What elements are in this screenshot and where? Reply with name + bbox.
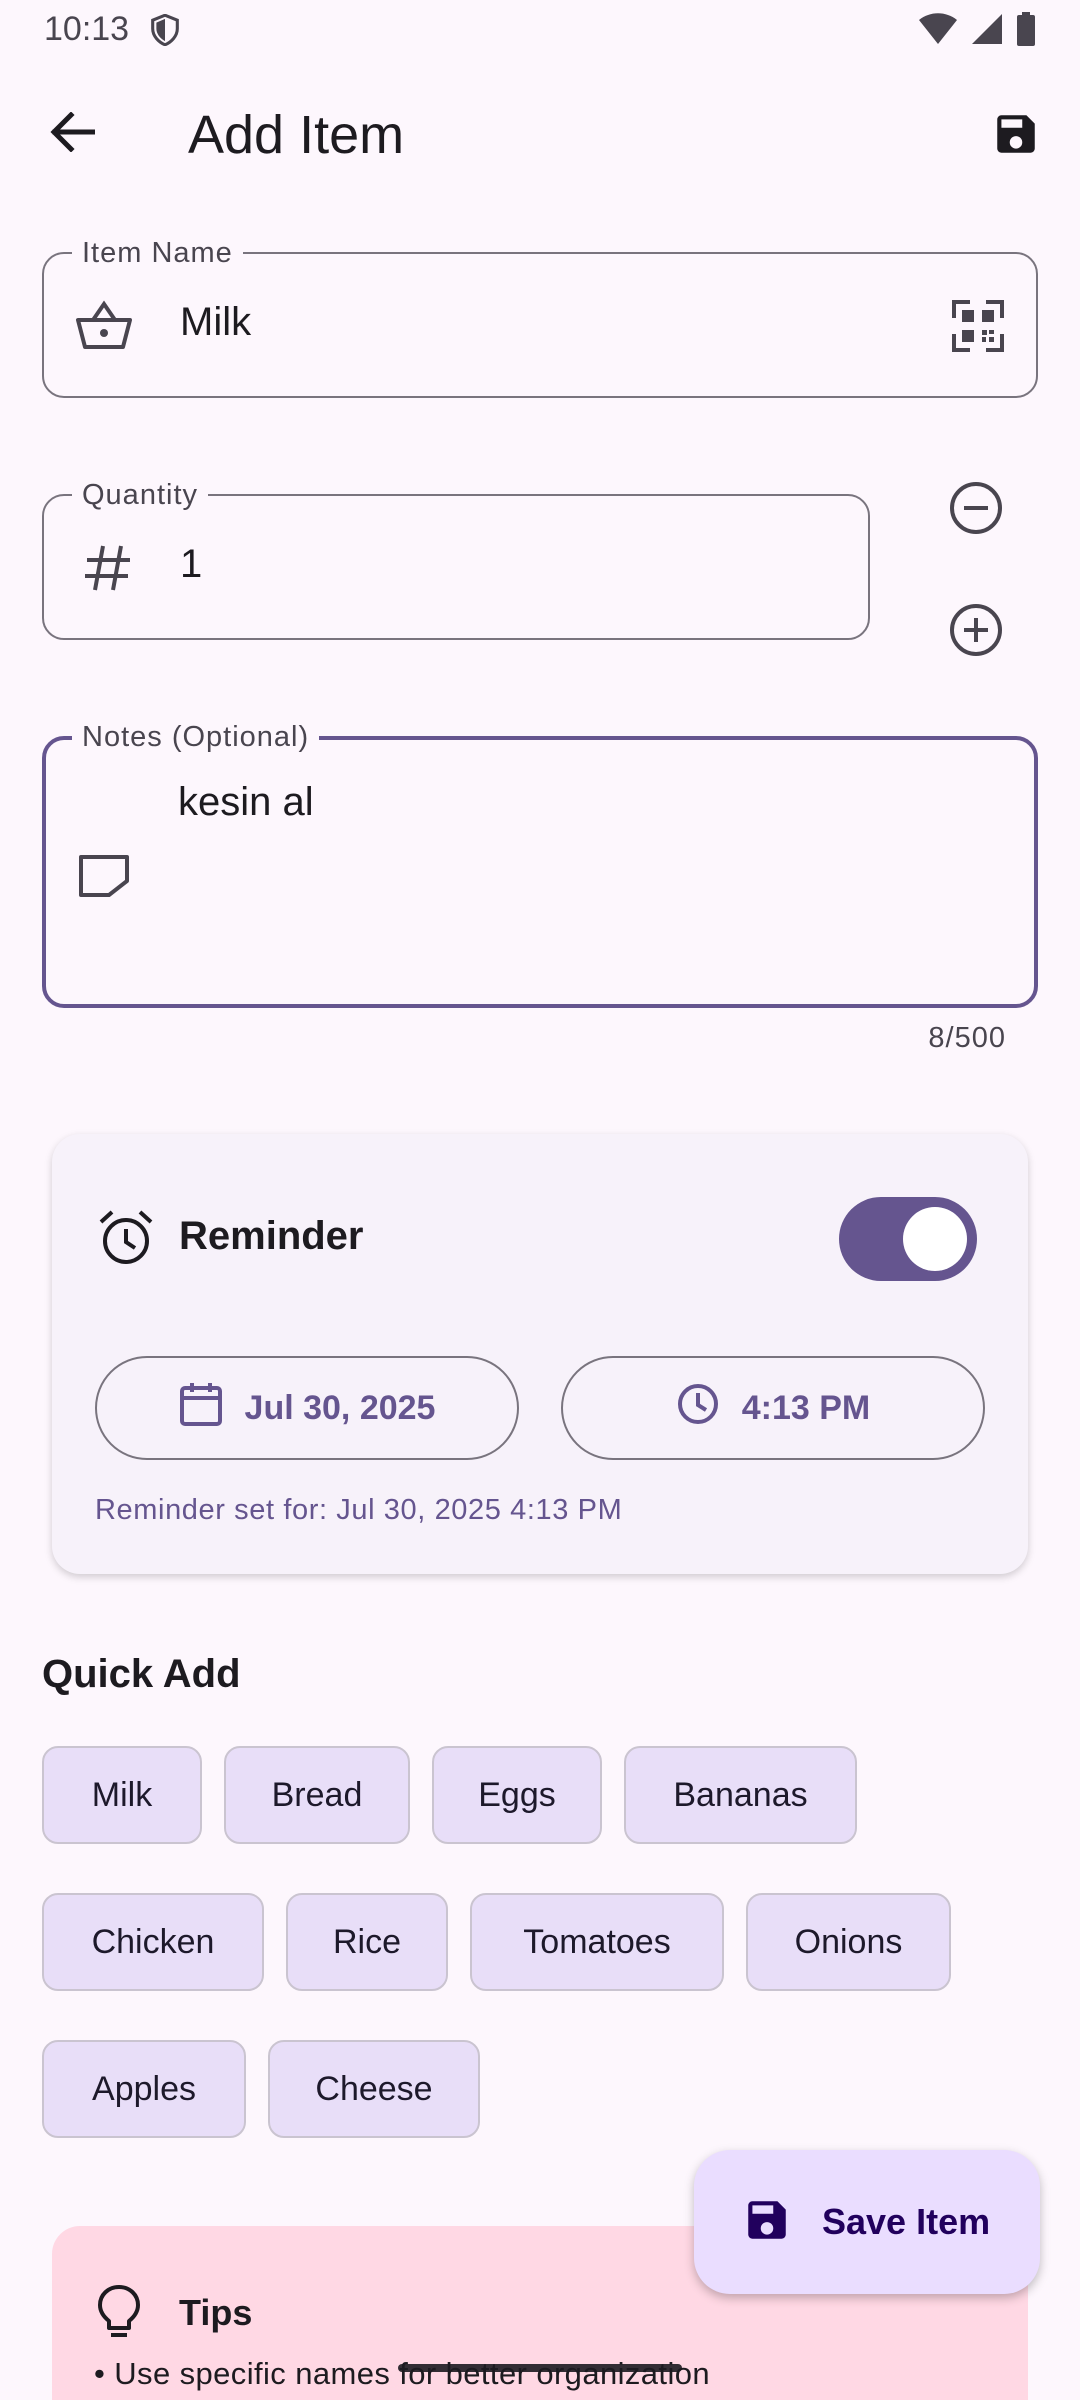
increase-quantity-button[interactable] bbox=[944, 598, 1008, 662]
quick-add-chip[interactable]: Bananas bbox=[624, 1746, 857, 1844]
shield-icon bbox=[150, 13, 180, 51]
tips-line: • Use specific names for better organiza… bbox=[94, 2356, 711, 2391]
page-title: Add Item bbox=[188, 105, 405, 165]
reminder-time-label: 4:13 PM bbox=[741, 1388, 871, 1427]
back-arrow-icon bbox=[49, 110, 96, 157]
hash-icon bbox=[80, 540, 136, 596]
quantity-input[interactable]: 1 bbox=[180, 542, 202, 587]
wifi-icon bbox=[918, 12, 958, 51]
quick-add-chip[interactable]: Onions bbox=[746, 1893, 951, 1991]
save-item-fab[interactable]: Save Item bbox=[694, 2150, 1040, 2294]
quick-add-chip[interactable]: Bread bbox=[224, 1746, 410, 1844]
notes-character-counter: 8/500 bbox=[928, 1022, 1006, 1054]
reminder-date-label: Jul 30, 2025 bbox=[244, 1388, 436, 1427]
save-toolbar-button[interactable] bbox=[984, 104, 1048, 168]
reminder-date-button[interactable]: Jul 30, 2025 bbox=[95, 1356, 519, 1460]
reminder-time-button[interactable]: 4:13 PM bbox=[561, 1356, 985, 1460]
tips-title: Tips bbox=[179, 2292, 253, 2333]
minus-circle-icon bbox=[944, 482, 1008, 544]
reminder-toggle[interactable] bbox=[839, 1197, 977, 1281]
notes-input[interactable]: kesin al bbox=[178, 780, 314, 825]
reminder-card: Reminder Jul 30, 2025 4:13 PM Reminder s… bbox=[52, 1134, 1028, 1574]
save-icon bbox=[742, 2195, 792, 2250]
notes-field[interactable]: Notes (Optional) kesin al bbox=[42, 720, 1038, 1008]
gesture-navigation-bar[interactable] bbox=[398, 2364, 682, 2372]
reminder-title: Reminder bbox=[179, 1214, 364, 1258]
alarm-icon bbox=[96, 1208, 156, 1273]
status-time: 10:13 bbox=[44, 10, 130, 48]
quantity-label: Quantity bbox=[72, 478, 208, 512]
status-bar: 10:13 bbox=[0, 0, 1080, 62]
qr-scan-icon[interactable] bbox=[948, 296, 1008, 356]
item-name-input[interactable]: Milk bbox=[180, 300, 251, 345]
status-icons bbox=[918, 12, 1036, 51]
lightbulb-icon bbox=[96, 2284, 142, 2345]
notes-label: Notes (Optional) bbox=[72, 720, 320, 754]
back-button[interactable] bbox=[40, 102, 104, 166]
decrease-quantity-button[interactable] bbox=[944, 476, 1008, 540]
clock-icon bbox=[676, 1382, 720, 1435]
toggle-knob bbox=[903, 1207, 967, 1271]
quick-add-chip[interactable]: Tomatoes bbox=[470, 1893, 724, 1991]
item-name-field[interactable]: Item Name Milk bbox=[42, 236, 1038, 398]
quick-add-chip[interactable]: Cheese bbox=[268, 2040, 480, 2138]
quick-add-chip[interactable]: Eggs bbox=[432, 1746, 602, 1844]
quick-add-chip[interactable]: Apples bbox=[42, 2040, 246, 2138]
quick-add-chip[interactable]: Milk bbox=[42, 1746, 202, 1844]
reminder-summary: Reminder set for: Jul 30, 2025 4:13 PM bbox=[95, 1494, 623, 1526]
save-icon bbox=[991, 109, 1041, 164]
quantity-field[interactable]: Quantity 1 bbox=[42, 478, 870, 640]
quick-add-title: Quick Add bbox=[42, 1652, 241, 1696]
battery-icon bbox=[1016, 12, 1036, 51]
item-name-label: Item Name bbox=[72, 236, 243, 270]
cellular-icon bbox=[970, 12, 1004, 51]
basket-icon bbox=[74, 296, 134, 356]
plus-circle-icon bbox=[944, 604, 1008, 666]
calendar-icon bbox=[179, 1381, 223, 1436]
note-icon bbox=[74, 846, 134, 906]
quick-add-chip[interactable]: Chicken bbox=[42, 1893, 264, 1991]
save-item-label: Save Item bbox=[822, 2201, 991, 2242]
quick-add-chip[interactable]: Rice bbox=[286, 1893, 448, 1991]
